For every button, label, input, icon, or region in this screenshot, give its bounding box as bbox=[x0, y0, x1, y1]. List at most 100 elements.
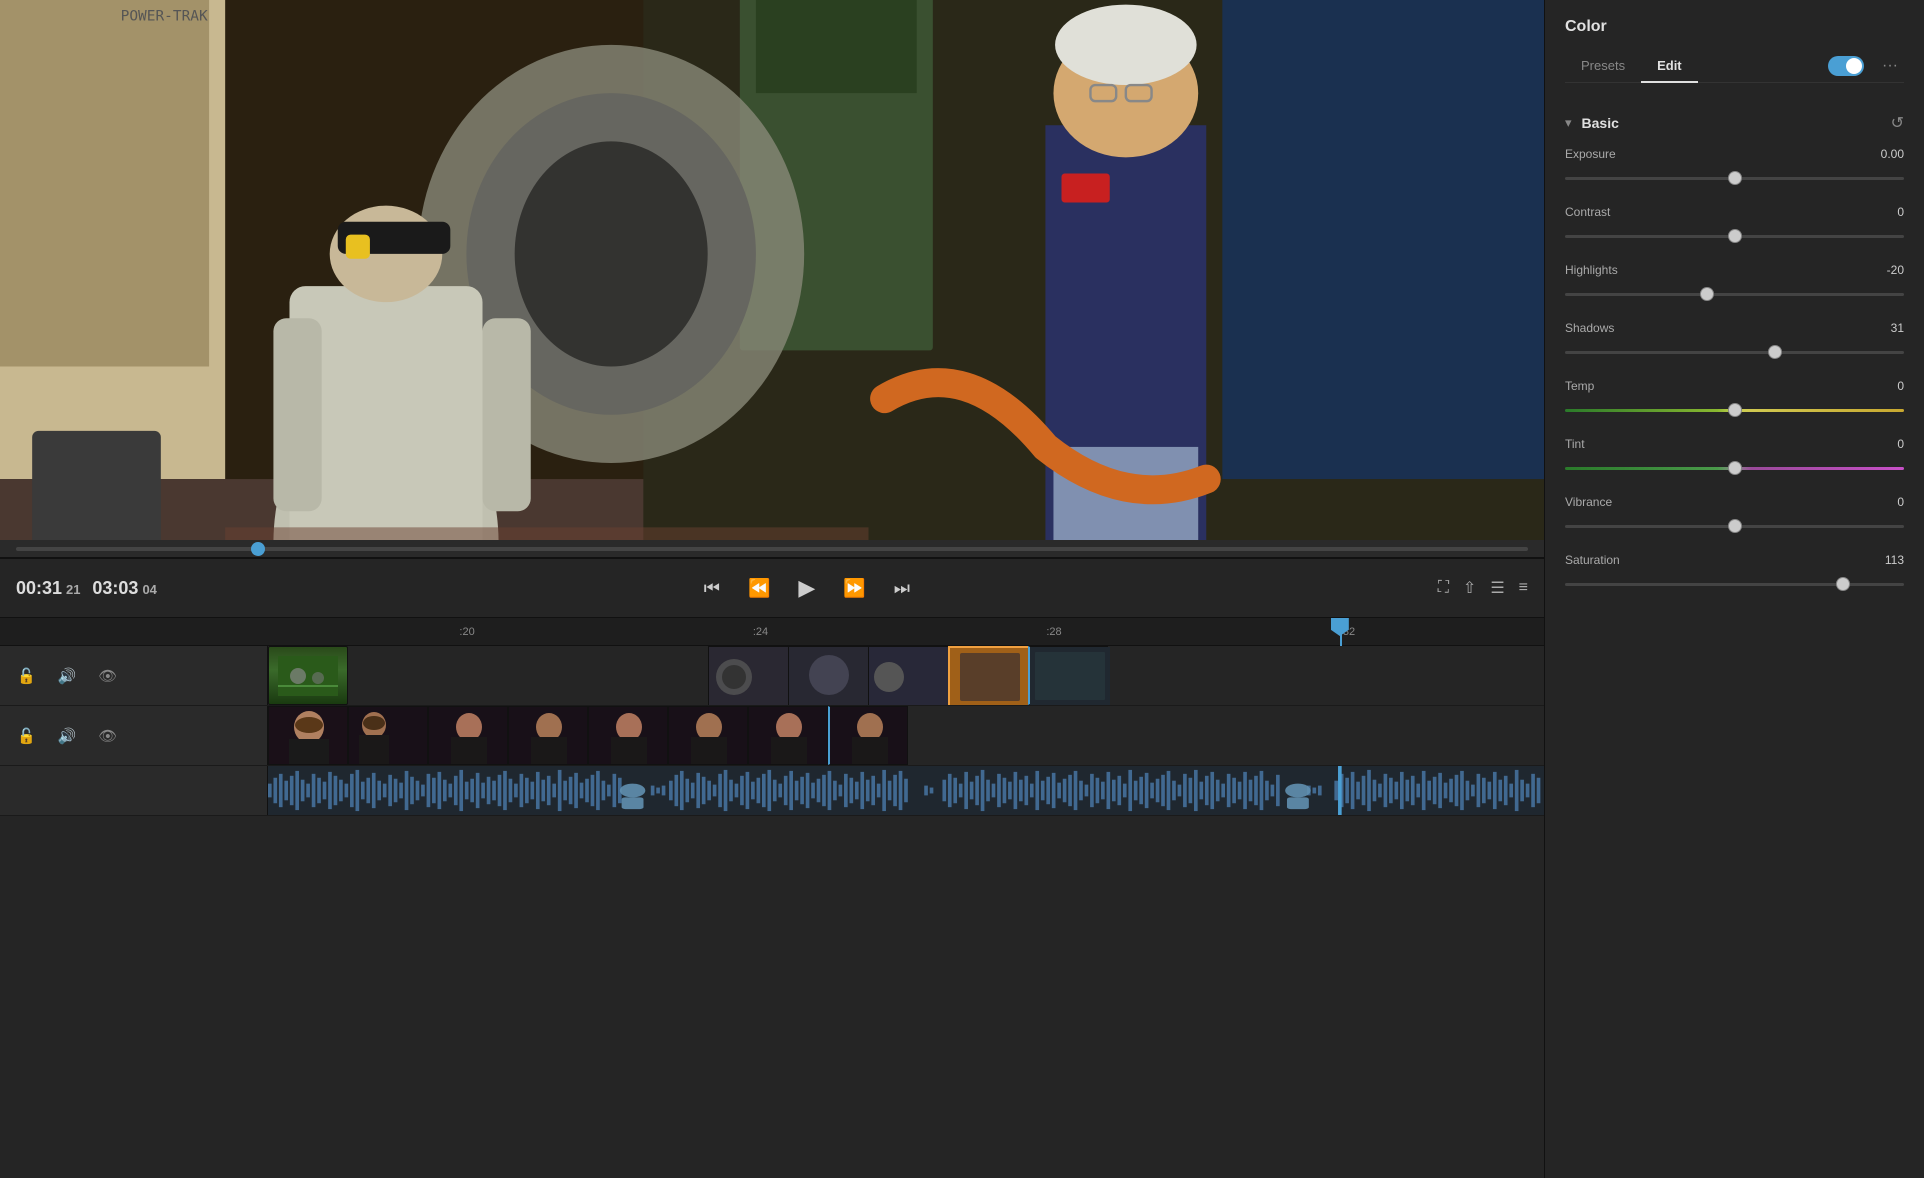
transport-bar: 00:31 21 03:03 04 ⏮ ⏪ ▶ ⏩ bbox=[0, 558, 1544, 618]
thumb-blue-4 bbox=[1028, 646, 1108, 705]
scrubber-track[interactable] bbox=[16, 547, 1528, 551]
tint-track bbox=[1565, 467, 1904, 470]
play-button[interactable]: ▶ bbox=[792, 569, 821, 607]
contrast-slider-container[interactable] bbox=[1565, 227, 1904, 245]
color-panel-content: ▾ Basic ↺ Exposure 0.00 bbox=[1545, 89, 1924, 1178]
step-back-button[interactable]: ⏪ bbox=[742, 572, 776, 605]
svg-text:POWER-TRAK: POWER-TRAK bbox=[121, 9, 208, 25]
shadows-label: Shadows bbox=[1565, 321, 1614, 335]
exposure-header: Exposure 0.00 bbox=[1565, 147, 1904, 161]
track-1-content[interactable] bbox=[268, 646, 1544, 705]
duration-time: 03:03 bbox=[92, 578, 138, 599]
tint-label: Tint bbox=[1565, 437, 1585, 451]
temp-slider-group: Temp 0 bbox=[1565, 379, 1904, 419]
highlights-header: Highlights -20 bbox=[1565, 263, 1904, 277]
track-1-audio-button[interactable]: 🔊 bbox=[55, 664, 80, 688]
color-toggle[interactable] bbox=[1828, 56, 1864, 76]
skip-forward-button[interactable]: ⏭ bbox=[888, 572, 916, 605]
audio-track-controls bbox=[0, 766, 268, 815]
panel-header: Color Presets Edit ··· bbox=[1545, 0, 1924, 89]
editor-area: INDUCTOTHERM POWER-TRAK 00:31 21 03:03 0… bbox=[0, 0, 1544, 1178]
shadows-slider-group: Shadows 31 bbox=[1565, 321, 1904, 361]
shadows-slider-container[interactable] bbox=[1565, 343, 1904, 361]
temp-slider-container[interactable] bbox=[1565, 401, 1904, 419]
exposure-slider-container[interactable] bbox=[1565, 169, 1904, 187]
scrubber-thumb[interactable] bbox=[251, 542, 265, 556]
presenter-thumb-5 bbox=[588, 706, 668, 765]
timeline-tracks: 🔓 🔊 👁 bbox=[0, 646, 1544, 1178]
exposure-slider-group: Exposure 0.00 bbox=[1565, 147, 1904, 187]
thumb-orange-selected bbox=[948, 646, 1028, 705]
contrast-track bbox=[1565, 235, 1904, 238]
contrast-label: Contrast bbox=[1565, 205, 1610, 219]
exposure-thumb[interactable] bbox=[1728, 171, 1742, 185]
scrubber-bar[interactable] bbox=[0, 540, 1544, 558]
track-1-eye-button[interactable]: 👁 bbox=[95, 664, 120, 688]
exposure-value: 0.00 bbox=[1868, 147, 1904, 161]
shadows-value: 31 bbox=[1868, 321, 1904, 335]
basic-chevron-icon[interactable]: ▾ bbox=[1565, 115, 1572, 131]
step-forward-icon: ⏩ bbox=[843, 578, 865, 599]
export-icon[interactable]: ⇧ bbox=[1463, 578, 1476, 598]
saturation-thumb[interactable] bbox=[1836, 577, 1850, 591]
track-1-lock-button[interactable]: 🔓 bbox=[14, 664, 39, 688]
track-2-eye-button[interactable]: 👁 bbox=[95, 724, 120, 748]
fullscreen-icon[interactable]: ⛶ bbox=[1438, 579, 1449, 597]
settings-icon[interactable]: ☰ bbox=[1490, 578, 1504, 598]
temp-thumb[interactable] bbox=[1728, 403, 1742, 417]
timeline-area: :20 :24 :28 :32 🔓 🔊 👁 bbox=[0, 618, 1544, 1178]
presenter-thumb-4 bbox=[508, 706, 588, 765]
track-2-audio-button[interactable]: 🔊 bbox=[55, 724, 80, 748]
video-preview: INDUCTOTHERM POWER-TRAK bbox=[0, 0, 1544, 540]
contrast-header: Contrast 0 bbox=[1565, 205, 1904, 219]
highlights-thumb[interactable] bbox=[1700, 287, 1714, 301]
saturation-value: 113 bbox=[1868, 553, 1904, 567]
presenter-thumbnails bbox=[268, 706, 908, 765]
vibrance-value: 0 bbox=[1868, 495, 1904, 509]
ruler-mark-28: :28 bbox=[1046, 626, 1061, 638]
track-2-lock-button[interactable]: 🔓 bbox=[14, 724, 39, 748]
skip-back-icon: ⏮ bbox=[704, 578, 720, 599]
timeline-ruler: :20 :24 :28 :32 bbox=[0, 618, 1544, 646]
presenter-thumb-1 bbox=[268, 706, 348, 765]
contrast-slider-group: Contrast 0 bbox=[1565, 205, 1904, 245]
panel-toggle-area: ··· bbox=[1828, 53, 1904, 79]
vibrance-slider-group: Vibrance 0 bbox=[1565, 495, 1904, 535]
tab-presets[interactable]: Presets bbox=[1565, 50, 1641, 83]
step-forward-button[interactable]: ⏩ bbox=[837, 572, 871, 605]
ruler-mark-20: :20 bbox=[459, 626, 474, 638]
menu-icon[interactable]: ≡ bbox=[1519, 579, 1528, 597]
saturation-header: Saturation 113 bbox=[1565, 553, 1904, 567]
skip-back-button[interactable]: ⏮ bbox=[698, 572, 726, 605]
highlights-track bbox=[1565, 293, 1904, 296]
audio-waveform-content[interactable] bbox=[268, 766, 1544, 815]
temp-header: Temp 0 bbox=[1565, 379, 1904, 393]
vibrance-label: Vibrance bbox=[1565, 495, 1612, 509]
panel-tabs: Presets Edit ··· bbox=[1565, 50, 1904, 83]
temp-track bbox=[1565, 409, 1904, 412]
playback-controls: ⏮ ⏪ ▶ ⏩ ⏭ bbox=[188, 569, 1426, 607]
saturation-slider-group: Saturation 113 bbox=[1565, 553, 1904, 593]
tint-thumb[interactable] bbox=[1728, 461, 1742, 475]
track-2-content[interactable] bbox=[268, 706, 1544, 765]
highlights-slider-container[interactable] bbox=[1565, 285, 1904, 303]
panel-title: Color bbox=[1565, 18, 1904, 36]
reset-basic-button[interactable]: ↺ bbox=[1891, 113, 1904, 133]
thumb-blue-1 bbox=[708, 646, 788, 705]
tint-header: Tint 0 bbox=[1565, 437, 1904, 451]
highlights-slider-group: Highlights -20 bbox=[1565, 263, 1904, 303]
vibrance-slider-container[interactable] bbox=[1565, 517, 1904, 535]
vibrance-header: Vibrance 0 bbox=[1565, 495, 1904, 509]
svg-text:INDUCTOTHERM: INDUCTOTHERM bbox=[121, 0, 237, 1]
tab-edit[interactable]: Edit bbox=[1641, 50, 1698, 83]
contrast-thumb[interactable] bbox=[1728, 229, 1742, 243]
audio-waveform-track bbox=[0, 766, 1544, 816]
timecode-display: 00:31 21 03:03 04 bbox=[16, 578, 176, 599]
shadows-thumb[interactable] bbox=[1768, 345, 1782, 359]
vibrance-thumb[interactable] bbox=[1728, 519, 1742, 533]
duration-frames: 04 bbox=[142, 582, 156, 597]
more-options-button[interactable]: ··· bbox=[1876, 53, 1904, 79]
saturation-slider-container[interactable] bbox=[1565, 575, 1904, 593]
tint-slider-container[interactable] bbox=[1565, 459, 1904, 477]
track-1-thumbnails bbox=[268, 646, 1108, 705]
